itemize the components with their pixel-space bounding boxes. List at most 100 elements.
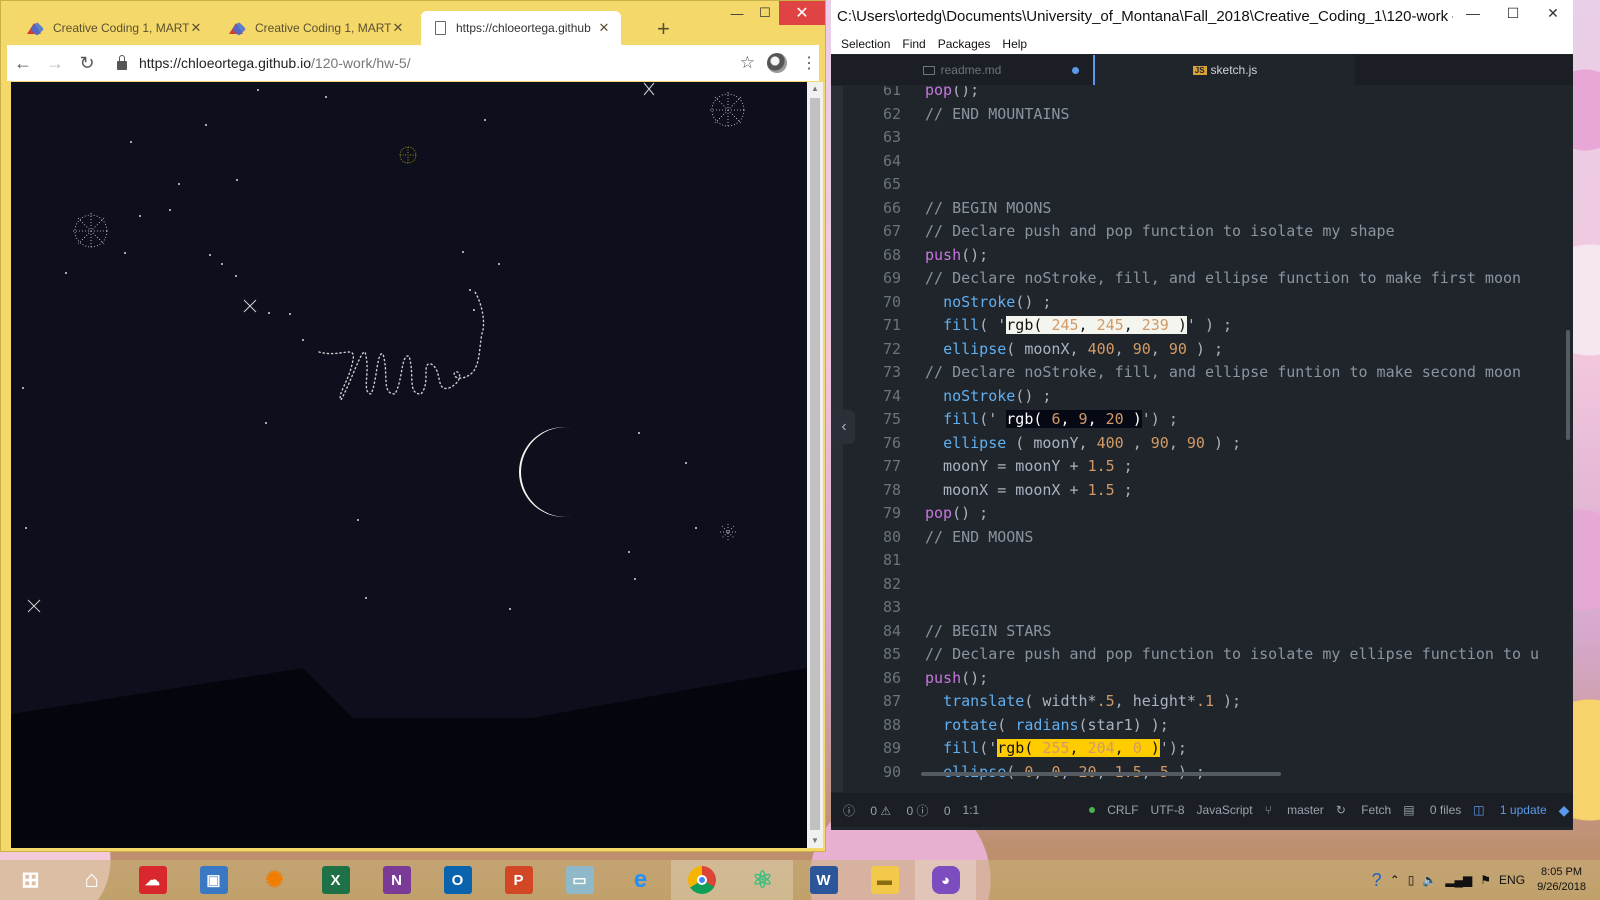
code-line[interactable]: 68 push(); — [843, 243, 1551, 267]
code-line[interactable]: 62 // END MOUNTAINS — [843, 102, 1551, 126]
code-line[interactable]: 69 // Declare noStroke, fill, and ellipse… — [843, 266, 1551, 290]
code-line[interactable]: 66 // BEGIN MOONS — [843, 196, 1551, 220]
code-line[interactable]: 82 — [843, 572, 1551, 596]
code-line[interactable]: 89 fill('rgb( 255, 204, 0 )'); — [843, 736, 1551, 760]
maximize-button[interactable]: ☐ — [1493, 0, 1533, 28]
menu-kebab-icon[interactable]: ⋮ — [799, 53, 819, 73]
grammar-selector[interactable]: JavaScript — [1197, 803, 1253, 817]
tab-close-icon[interactable]: ✕ — [189, 20, 203, 36]
taskbar-word[interactable]: W — [793, 860, 854, 900]
show-hidden-icons-chevron-icon[interactable]: ⌃ — [1390, 873, 1400, 887]
start-button[interactable]: ⊞ — [0, 860, 61, 900]
clock[interactable]: 8:05 PM 9/26/2018 — [1537, 865, 1586, 895]
menu-selection[interactable]: Selection — [831, 34, 896, 54]
editor-horizontal-scrollbar[interactable] — [921, 772, 1281, 776]
code-line[interactable]: 64 — [843, 149, 1551, 173]
code-line[interactable]: 80 // END MOONS — [843, 525, 1551, 549]
page-scrollbar[interactable]: ▲ ▼ — [807, 82, 823, 848]
profile-avatar[interactable] — [767, 53, 787, 73]
taskbar-avast[interactable]: ✺ — [244, 860, 305, 900]
bookmark-star-icon[interactable]: ☆ — [740, 53, 755, 73]
tablet-icon[interactable]: ▯ — [1408, 873, 1415, 887]
taskbar-onenote[interactable]: N — [366, 860, 427, 900]
taskbar-home[interactable]: ⌂ — [61, 860, 122, 900]
taskbar-atom[interactable]: ⚛ — [732, 860, 793, 900]
tab-close-icon[interactable]: ✕ — [391, 20, 405, 36]
code-line[interactable]: 83 — [843, 595, 1551, 619]
code-line[interactable]: 75 fill(' rgb( 6, 9, 20 )') ; — [843, 407, 1551, 431]
code-line[interactable]: 70 noStroke() ; — [843, 290, 1551, 314]
code-line[interactable]: 72 ellipse( moonX, 400, 90, 90 ) ; — [843, 337, 1551, 361]
code-line[interactable]: 87 translate( width*.5, height*.1 ); — [843, 689, 1551, 713]
tab-readme[interactable]: readme.md — [831, 55, 1093, 85]
network-icon[interactable]: ▂▄▆ — [1445, 873, 1472, 887]
taskbar-excel[interactable]: X — [305, 860, 366, 900]
minimize-button[interactable]: — — [723, 1, 751, 25]
cursor-position[interactable]: 1:1 — [963, 803, 980, 817]
code-line[interactable]: 77 moonY = moonY + 1.5 ; — [843, 454, 1551, 478]
package-updates[interactable]: ◫ 1 update — [1473, 803, 1546, 817]
git-fetch[interactable]: ↻ Fetch — [1336, 803, 1391, 817]
scroll-up-icon[interactable]: ▲ — [807, 82, 823, 96]
menu-help[interactable]: Help — [996, 34, 1033, 54]
taskbar-file-explorer[interactable]: ▬ — [854, 860, 915, 900]
forward-arrow-icon[interactable]: → — [39, 47, 71, 79]
scroll-thumb[interactable] — [810, 98, 820, 830]
close-button[interactable]: ✕ — [1533, 0, 1573, 28]
code-line[interactable]: 78 moonX = moonX + 1.5 ; — [843, 478, 1551, 502]
chrome-tab-3[interactable]: https://chloeortega.github ✕ — [421, 11, 621, 45]
chrome-tab-2[interactable]: Creative Coding 1, MART 1 ✕ — [215, 11, 415, 45]
new-tab-button[interactable]: + — [657, 18, 670, 40]
scroll-down-icon[interactable]: ▼ — [807, 834, 823, 848]
input-language[interactable]: ENG — [1499, 873, 1525, 887]
code-line[interactable]: 63 — [843, 125, 1551, 149]
code-line[interactable]: 86 push(); — [843, 666, 1551, 690]
code-line[interactable]: 74 noStroke() ; — [843, 384, 1551, 408]
line-number: 66 — [882, 198, 901, 217]
taskbar-creative-cloud[interactable]: ☁ — [122, 860, 183, 900]
line-ending[interactable]: CRLF — [1107, 803, 1138, 817]
taskbar-github-desktop[interactable]: ◕ — [915, 860, 976, 900]
code-line[interactable]: 61 pop(); — [843, 86, 1551, 102]
menu-packages[interactable]: Packages — [932, 34, 997, 54]
menu-find[interactable]: Find — [896, 34, 931, 54]
code-line[interactable]: 73 // Declare noStroke, fill, and ellipse… — [843, 360, 1551, 384]
code-line[interactable]: 85 // Declare push and pop function to is… — [843, 642, 1551, 666]
taskbar-outlook[interactable]: O — [427, 860, 488, 900]
code-line[interactable]: 81 — [843, 548, 1551, 572]
address-bar[interactable]: https://chloeortega.github.io/120-work/h… — [109, 49, 722, 77]
changed-files[interactable]: ▤ 0 files — [1403, 803, 1461, 817]
code-line[interactable]: 79 pop() ; — [843, 501, 1551, 525]
p5-canvas[interactable] — [11, 82, 807, 848]
file-encoding[interactable]: UTF-8 — [1151, 803, 1185, 817]
code-line[interactable]: 88 rotate( radians(star1) ); — [843, 713, 1551, 737]
back-arrow-icon[interactable]: ← — [7, 47, 39, 79]
code-line[interactable]: 71 fill( 'rgb( 245, 245, 239 )' ) ; — [843, 313, 1551, 337]
taskbar-chrome[interactable] — [671, 860, 732, 900]
close-button[interactable]: ✕ — [779, 1, 825, 25]
code-editor[interactable]: 61 pop(); 62 // END MOUNTAINS 63 64 65 66 // BEG… — [843, 86, 1551, 792]
code-line[interactable]: 84 // BEGIN STARS — [843, 619, 1551, 643]
code-line[interactable]: 65 — [843, 172, 1551, 196]
taskbar-internet-explorer[interactable]: e — [610, 860, 671, 900]
editor-vertical-scrollbar[interactable] — [1566, 330, 1570, 440]
bird-icon[interactable]: ◆ — [1559, 802, 1570, 819]
minimize-button[interactable]: — — [1453, 0, 1493, 28]
chrome-tab-1[interactable]: Creative Coding 1, MART 1 ✕ — [13, 11, 213, 45]
taskbar-box[interactable]: ▣ — [183, 860, 244, 900]
code-line[interactable]: 67 // Declare push and pop function to is… — [843, 219, 1551, 243]
diagnostics-count[interactable]: ⓘ 0 ⚠ 0 ⓘ 0 — [843, 802, 951, 819]
flag-icon[interactable]: ⚑ — [1480, 873, 1491, 887]
url-path: /120-work/hw-5/ — [311, 55, 411, 71]
reload-icon[interactable]: ↻ — [71, 47, 103, 79]
taskbar-notes[interactable]: ▭ — [549, 860, 610, 900]
tab-sketch-js[interactable]: JS sketch.js — [1093, 55, 1355, 85]
volume-icon[interactable]: 🔈 — [1422, 873, 1437, 887]
line-number: 79 — [882, 504, 901, 522]
taskbar-powerpoint[interactable]: P — [488, 860, 549, 900]
maximize-button[interactable]: ☐ — [751, 1, 779, 25]
help-icon[interactable]: ? — [1372, 870, 1382, 891]
tab-close-icon[interactable]: ✕ — [597, 20, 611, 36]
git-branch[interactable]: ⑂ master — [1265, 803, 1324, 817]
code-line[interactable]: 76 ellipse ( moonY, 400 , 90, 90 ) ; — [843, 431, 1551, 455]
